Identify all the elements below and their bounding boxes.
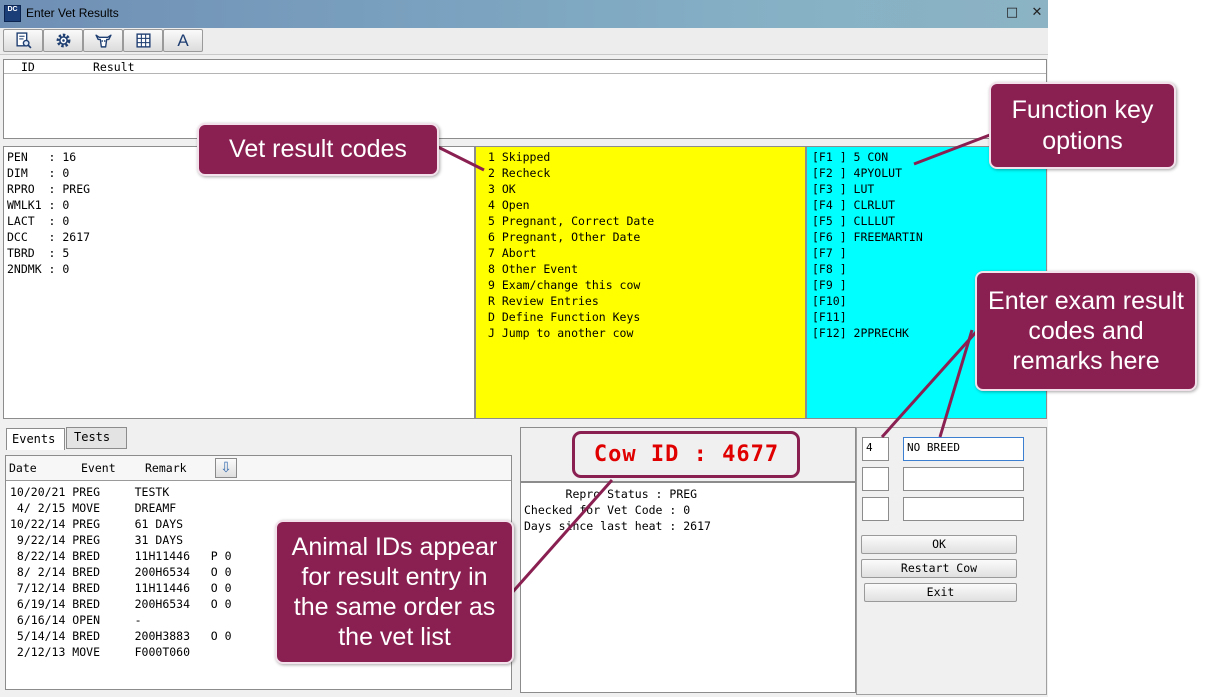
info-line: WMLK1 : 0	[7, 198, 70, 212]
info-line: PEN : 16	[7, 150, 77, 164]
result-code-field-3[interactable]	[862, 497, 889, 521]
function-key-item[interactable]: [F2 ] 4PYOLUT	[812, 165, 902, 181]
grid-icon	[135, 33, 151, 48]
function-key-item[interactable]: [F1 ] 5 CON	[812, 149, 888, 165]
function-key-item[interactable]: [F5 ] CLLLUT	[812, 213, 895, 229]
function-key-item[interactable]: [F12] 2PPRECHK	[812, 325, 909, 341]
info-line: DIM : 0	[7, 166, 70, 180]
function-key-item[interactable]: [F7 ]	[812, 245, 847, 261]
function-key-item[interactable]: [F6 ] FREEMARTIN	[812, 229, 923, 245]
table-row[interactable]: 6/16/14 OPEN -	[10, 612, 142, 628]
result-list-header	[4, 60, 1046, 74]
title-bar	[0, 0, 1048, 28]
vet-code-item[interactable]: D Define Function Keys	[488, 309, 640, 325]
remark-field-2[interactable]	[903, 467, 1024, 491]
table-row[interactable]: 8/22/14 BRED 11H11446 P 0	[10, 548, 232, 564]
vet-code-item[interactable]: 3 OK	[488, 181, 516, 197]
cow-icon	[94, 34, 112, 48]
function-keys-callout: Function key options	[989, 82, 1176, 169]
exit-button[interactable]: Exit	[864, 583, 1017, 602]
sort-down-icon[interactable]: ⇩	[215, 458, 237, 478]
vet-code-item[interactable]: 6 Pregnant, Other Date	[488, 229, 640, 245]
info-line: RPRO : PREG	[7, 182, 91, 196]
table-row[interactable]: 5/14/14 BRED 200H3883 O 0	[10, 628, 232, 644]
table-row[interactable]: 10/20/21 PREG TESTK	[10, 484, 169, 500]
info-line: DCC : 2617	[7, 230, 91, 244]
column-header-date[interactable]: Date	[9, 461, 37, 475]
cow-id-highlight	[572, 431, 800, 478]
table-row[interactable]: 2/12/13 MOVE F000T060	[10, 644, 190, 660]
table-row[interactable]: 6/19/14 BRED 200H6534 O 0	[10, 596, 232, 612]
find-document-button[interactable]	[3, 29, 43, 52]
vet-code-item[interactable]: 2 Recheck	[488, 165, 550, 181]
vet-code-item[interactable]: 4 Open	[488, 197, 530, 213]
column-header-remark[interactable]: Remark	[145, 461, 187, 475]
cow-button[interactable]	[83, 29, 123, 52]
column-header-event[interactable]: Event	[81, 461, 116, 475]
close-button[interactable]: ✕	[1030, 6, 1044, 20]
status-panel: Repro Status : PREG Checked for Vet Code…	[520, 482, 856, 693]
vet-code-item[interactable]: 9 Exam/change this cow	[488, 277, 640, 293]
settings-button[interactable]	[43, 29, 83, 52]
function-key-item[interactable]: [F9 ]	[812, 277, 847, 293]
find-document-icon	[15, 32, 32, 49]
table-row[interactable]: 4/ 2/15 MOVE DREAMF	[10, 500, 176, 516]
function-key-item[interactable]: [F8 ]	[812, 261, 847, 277]
vet-code-item[interactable]: R Review Entries	[488, 293, 599, 309]
status-line: Repro Status : PREG	[524, 487, 698, 501]
function-key-item[interactable]: [F4 ] CLRLUT	[812, 197, 895, 213]
function-key-item[interactable]: [F10]	[812, 293, 847, 309]
status-line: Checked for Vet Code : 0	[524, 503, 691, 517]
function-key-item[interactable]: [F3 ] LUT	[812, 181, 874, 197]
column-header-id[interactable]: ID	[21, 60, 35, 74]
gear-icon	[56, 33, 70, 48]
result-code-field-2[interactable]	[862, 467, 889, 491]
vet-code-item[interactable]: 5 Pregnant, Correct Date	[488, 213, 654, 229]
tab-tests[interactable]: Tests	[66, 427, 127, 449]
vet-code-item[interactable]: 7 Abort	[488, 245, 536, 261]
grid-button[interactable]	[123, 29, 163, 52]
ok-button[interactable]: OK	[861, 535, 1017, 554]
result-code-field-1[interactable]: 4	[862, 437, 889, 461]
table-row[interactable]: 8/ 2/14 BRED 200H6534 O 0	[10, 564, 232, 580]
window-title: Enter Vet Results	[26, 6, 119, 20]
table-row[interactable]: 7/12/14 BRED 11H11446 O 0	[10, 580, 232, 596]
remark-field-1[interactable]: NO BREED	[903, 437, 1024, 461]
maximize-button[interactable]: □	[1005, 6, 1019, 20]
status-line: Days since last heat : 2617	[524, 519, 711, 533]
vet-codes-panel: 1 Skipped 2 Recheck 3 OK 4 Open 5 Pregna…	[475, 146, 806, 419]
vet-code-item[interactable]: 8 Other Event	[488, 261, 578, 277]
cow-info-panel: PEN : 16 DIM : 0 RPRO : PREG WMLK1 : 0 L…	[3, 146, 475, 419]
info-line: TBRD : 5	[7, 246, 70, 260]
font-icon: A	[177, 30, 189, 50]
table-row[interactable]: 9/22/14 PREG 31 DAYS	[10, 532, 183, 548]
animal-ids-callout: Animal IDs appear for result entry in th…	[275, 520, 514, 664]
info-line: 2NDMK : 0	[7, 262, 70, 276]
tab-events[interactable]: Events	[6, 428, 65, 450]
vet-code-item[interactable]: 1 Skipped	[488, 149, 550, 165]
vet-code-item[interactable]: J Jump to another cow	[488, 325, 633, 341]
app-icon: DC	[4, 5, 21, 22]
function-key-item[interactable]: [F11]	[812, 309, 847, 325]
restart-cow-button[interactable]: Restart Cow	[861, 559, 1017, 578]
vet-codes-callout: Vet result codes	[197, 123, 439, 176]
table-row[interactable]: 10/22/14 PREG 61 DAYS	[10, 516, 183, 532]
remark-field-3[interactable]	[903, 497, 1024, 521]
font-button[interactable]: A	[163, 29, 203, 52]
enter-exam-callout: Enter exam result codes and remarks here	[975, 271, 1197, 391]
column-header-result[interactable]: Result	[93, 60, 135, 74]
info-line: LACT : 0	[7, 214, 70, 228]
